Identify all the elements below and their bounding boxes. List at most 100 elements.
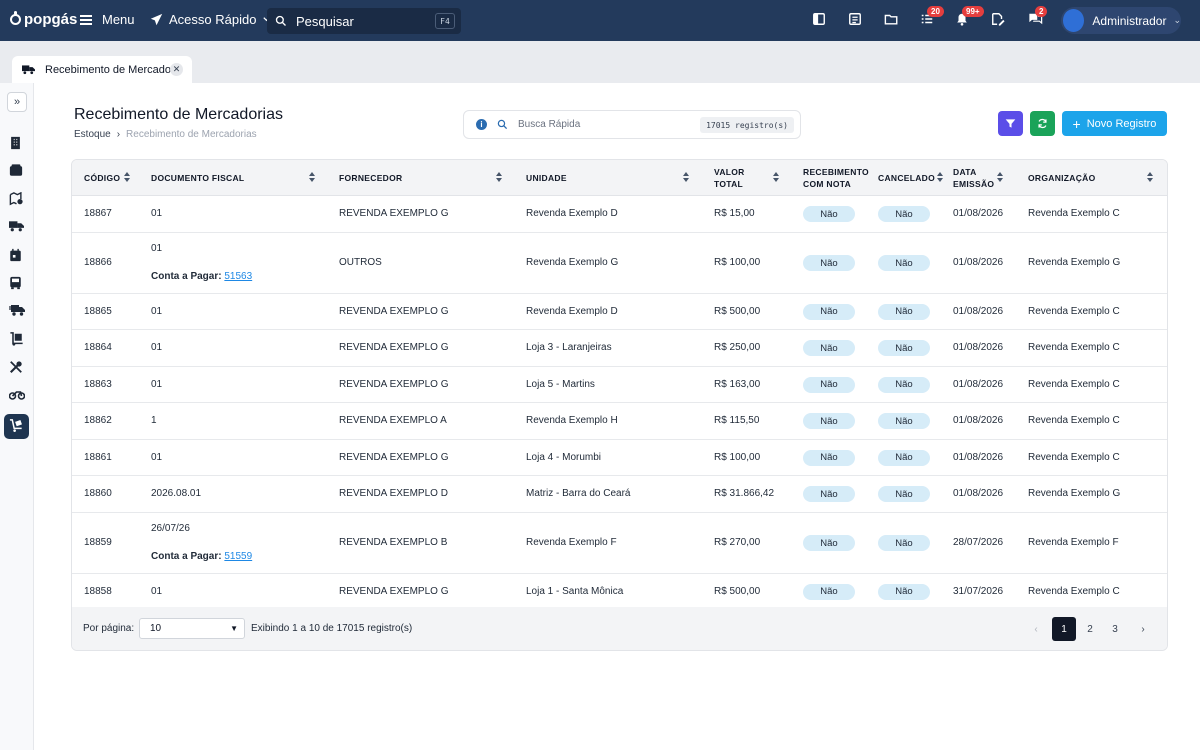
table-header: CÓDIGO DOCUMENTO FISCAL FORNECEDOR UNIDA…	[72, 160, 1167, 196]
cell-organizacao: Revenda Exemplo C	[1028, 208, 1120, 220]
edit-document-icon[interactable]	[991, 12, 1007, 28]
cell-organizacao: Revenda Exemplo F	[1028, 537, 1119, 548]
refresh-button[interactable]	[1030, 111, 1055, 136]
table-row[interactable]: 18866 OUTROS Revenda Exemplo G R$ 100,00 01/…	[72, 233, 1167, 294]
column-codigo-label: CÓDIGO	[84, 173, 121, 183]
truck-side-icon[interactable]	[9, 220, 25, 236]
cell-documento: 01	[151, 242, 163, 254]
table-row[interactable]: 18862 REVENDA EXEMPLO A Revenda Exemplo H R…	[72, 403, 1167, 440]
plus-icon: +	[1072, 115, 1081, 132]
cell-valor: R$ 163,00	[714, 378, 761, 390]
new-record-button[interactable]: + Novo Registro	[1062, 111, 1167, 136]
cell-unidade: Revenda Exemplo H	[526, 415, 618, 427]
quick-access-button[interactable]: Acesso Rápido	[150, 12, 271, 27]
logo-icon	[10, 11, 21, 25]
table-row[interactable]: 18861 REVENDA EXEMPLO G Loja 4 - Morumbi R$…	[72, 440, 1167, 476]
page-1-button[interactable]: 1	[1052, 617, 1076, 641]
quick-access-label: Acesso Rápido	[169, 12, 257, 27]
next-page-button[interactable]: ›	[1131, 617, 1155, 641]
column-fornecedor[interactable]: FORNECEDOR	[339, 160, 504, 196]
cell-data: 28/07/2026	[953, 537, 1004, 548]
column-documento[interactable]: DOCUMENTO FISCAL	[151, 160, 321, 196]
global-search-input[interactable]: Pesquisar F4	[267, 8, 461, 34]
cell-organizacao: Revenda Exemplo C	[1028, 378, 1120, 390]
prev-page-button[interactable]: ‹	[1024, 617, 1048, 641]
folder-open-icon[interactable]	[884, 12, 900, 28]
cell-fornecedor: REVENDA EXEMPLO G	[339, 378, 449, 390]
search-shortcut-key: F4	[435, 13, 455, 29]
column-unidade[interactable]: UNIDADE	[526, 160, 691, 196]
cell-organizacao: Revenda Exemplo C	[1028, 585, 1120, 597]
chevron-down-icon: ⌄	[1173, 15, 1181, 25]
cell-unidade: Loja 1 - Santa Mônica	[526, 585, 624, 597]
cancelado-status-badge: Não	[878, 583, 930, 600]
cell-codigo: 18863	[84, 378, 112, 390]
page-3-button[interactable]: 3	[1103, 617, 1127, 641]
cell-fornecedor: REVENDA EXEMPLO G	[339, 342, 449, 354]
table-row[interactable]: 18864 REVENDA EXEMPLO G Loja 3 - Laranjeir…	[72, 330, 1167, 367]
map-marker-icon[interactable]	[9, 191, 25, 208]
user-name: Administrador	[1092, 13, 1167, 28]
table-row[interactable]: 18867 REVENDA EXEMPLO G Revenda Exemplo D R…	[72, 196, 1167, 233]
column-data-line2: EMISSÃO	[953, 179, 995, 189]
sidebar-toggle-icon[interactable]	[812, 12, 828, 28]
delivery-truck-icon[interactable]	[9, 304, 25, 320]
column-codigo[interactable]: CÓDIGO	[84, 160, 139, 196]
chat-icon[interactable]: 2	[1028, 6, 1048, 28]
cell-unidade: Loja 5 - Martins	[526, 378, 595, 390]
column-cancelado[interactable]: CANCELADO	[878, 160, 946, 196]
recebimento-status-badge: Não	[803, 583, 855, 600]
filter-button[interactable]	[998, 111, 1023, 136]
newspaper-icon[interactable]	[848, 12, 864, 28]
expand-sidebar-button[interactable]: »	[7, 92, 27, 112]
cell-data: 01/08/2026	[953, 342, 1004, 354]
info-icon[interactable]: i	[476, 119, 487, 130]
menu-button[interactable]: Menu	[80, 12, 135, 27]
table-row[interactable]: 18863 REVENDA EXEMPLO G Loja 5 - Martins R$…	[72, 367, 1167, 403]
bus-icon[interactable]	[9, 276, 25, 292]
table-row[interactable]: 18859 REVENDA EXEMPLO B Revenda Exemplo F R…	[72, 513, 1167, 574]
conta-a-pagar-link[interactable]: 51563	[224, 271, 252, 282]
cancelado-status-badge: Não	[878, 535, 930, 551]
wallet-icon[interactable]	[9, 164, 25, 180]
column-recebimento[interactable]: RECEBIMENTO COM NOTA	[803, 160, 873, 196]
breadcrumb-current: Recebimento de Mercadorias	[126, 129, 257, 140]
dolly-icon[interactable]	[9, 332, 25, 348]
goods-receipt-icon[interactable]	[9, 418, 25, 434]
calendar-icon[interactable]	[9, 248, 25, 264]
sort-icon	[124, 172, 131, 183]
cancelado-status-badge: Não	[878, 340, 930, 357]
close-icon[interactable]: ✕	[170, 63, 183, 76]
breadcrumb-parent[interactable]: Estoque	[74, 129, 111, 140]
column-organizacao[interactable]: ORGANIZAÇÃO	[1028, 160, 1158, 196]
sort-icon	[997, 172, 1004, 183]
quick-search-input[interactable]: i Busca Rápida 17015 registro(s)	[463, 110, 801, 139]
tab-recebimento[interactable]: Recebimento de Mercado... ✕	[12, 56, 192, 83]
column-valor-total[interactable]: VALOR TOTAL	[714, 160, 784, 196]
cell-valor: R$ 100,00	[714, 257, 761, 268]
search-icon	[275, 15, 286, 26]
per-page-select[interactable]: 10 ▼	[139, 618, 245, 639]
conta-a-pagar: Conta a Pagar: 51563	[151, 271, 252, 282]
app-logo[interactable]: popgás	[10, 11, 77, 28]
table-row[interactable]: 18860 REVENDA EXEMPLO D Matriz - Barra do …	[72, 476, 1167, 513]
conta-a-pagar-link[interactable]: 51559	[224, 551, 252, 562]
table-row[interactable]: 18858 REVENDA EXEMPLO G Loja 1 - Santa Môn…	[72, 574, 1167, 610]
cell-organizacao: Revenda Exemplo C	[1028, 305, 1120, 317]
column-data-emissao[interactable]: DATA EMISSÃO	[953, 160, 1013, 196]
user-menu-button[interactable]: Administrador ⌄	[1061, 7, 1181, 34]
bell-icon[interactable]: 99+	[955, 6, 984, 28]
tools-icon[interactable]	[9, 360, 25, 376]
tab-strip: Recebimento de Mercado... ✕	[0, 41, 1200, 83]
table-row[interactable]: 18865 REVENDA EXEMPLO G Revenda Exemplo D R…	[72, 294, 1167, 330]
column-data-label: DATA EMISSÃO	[953, 166, 994, 190]
cell-documento: 01	[151, 208, 163, 220]
page-2-button[interactable]: 2	[1078, 617, 1102, 641]
cell-data: 01/08/2026	[953, 415, 1004, 427]
task-list-icon[interactable]: 20	[920, 6, 944, 28]
cell-organizacao: Revenda Exemplo G	[1028, 257, 1121, 268]
breadcrumb-separator: ›	[116, 129, 121, 140]
building-icon[interactable]	[9, 136, 25, 152]
notifications-badge: 99+	[962, 6, 984, 17]
motorcycle-icon[interactable]	[8, 388, 26, 404]
